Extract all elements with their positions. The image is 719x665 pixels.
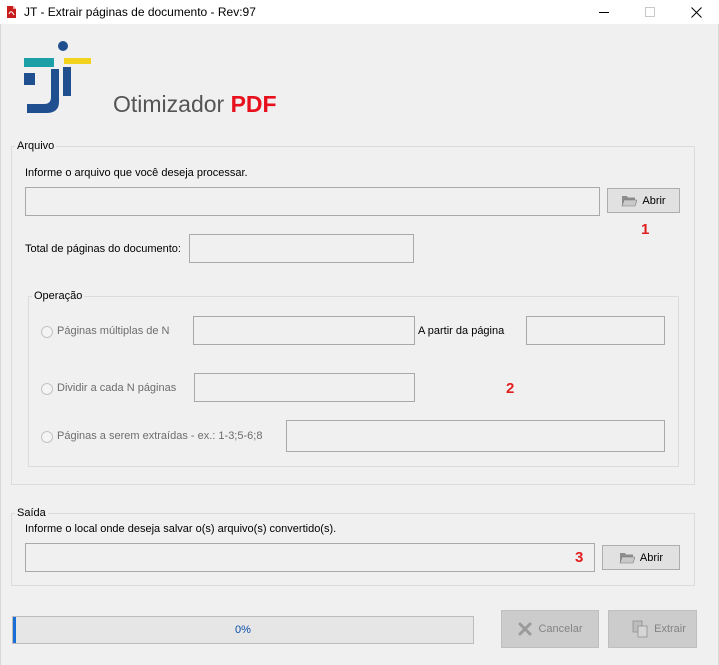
folder-open-icon <box>619 552 635 563</box>
radio-multiple-label: Páginas múltiplas de N <box>57 325 170 337</box>
radio-divide-label: Dividir a cada N páginas <box>57 382 177 394</box>
title-bar: JT - Extrair páginas de documento - Rev:… <box>0 0 719 24</box>
minimize-icon <box>599 12 609 13</box>
from-page-label: A partir da página <box>418 325 505 337</box>
window-title: JT - Extrair páginas de documento - Rev:… <box>24 5 256 19</box>
extract-pages-icon <box>632 620 648 638</box>
divide-n-input[interactable] <box>194 373 415 402</box>
maximize-icon <box>645 7 655 17</box>
arquivo-legend: Arquivo <box>15 140 57 152</box>
from-page-input[interactable] <box>526 316 665 345</box>
operacao-legend: Operação <box>32 290 85 302</box>
extract-button[interactable]: Extrair <box>608 610 697 648</box>
close-icon <box>690 6 702 18</box>
close-button[interactable] <box>673 0 719 24</box>
output-path-input[interactable] <box>25 543 595 572</box>
marker-1: 1 <box>641 221 650 238</box>
minimize-button[interactable] <box>581 0 627 24</box>
extract-label: Extrair <box>654 623 686 635</box>
open-file-button[interactable]: Abrir <box>607 188 680 213</box>
multiple-n-input[interactable] <box>193 316 415 345</box>
progress-bar: 0% <box>12 616 474 644</box>
maximize-button[interactable] <box>627 0 673 24</box>
saida-legend: Saída <box>15 507 48 519</box>
open-output-label: Abrir <box>639 551 664 564</box>
progress-label: 0% <box>235 624 251 636</box>
radio-extract-label: Páginas a serem extraídas - ex.: 1-3;5-6… <box>57 430 263 442</box>
open-file-label: Abrir <box>642 194 666 207</box>
saida-prompt: Informe o local onde deseja salvar o(s) … <box>25 523 337 535</box>
open-output-button[interactable]: Abrir <box>602 545 680 570</box>
cancel-label: Cancelar <box>538 623 583 635</box>
app-brand-name: Otimizador PDF <box>113 91 277 117</box>
total-pages-label: Total de páginas do documento: <box>25 243 181 255</box>
radio-divide[interactable] <box>41 383 53 395</box>
radio-extract[interactable] <box>41 431 53 443</box>
arquivo-prompt: Informe o arquivo que você deseja proces… <box>25 167 248 179</box>
cancel-icon <box>518 622 532 636</box>
file-path-input[interactable] <box>25 187 600 216</box>
cancel-button[interactable]: Cancelar <box>501 610 599 648</box>
jt-logo <box>24 41 91 113</box>
extract-pages-input[interactable] <box>286 420 665 452</box>
folder-open-icon <box>621 195 638 206</box>
total-pages-field <box>189 234 414 263</box>
brand-highlight: PDF <box>230 91 277 117</box>
marker-2: 2 <box>506 380 515 397</box>
pdf-app-icon <box>7 6 16 18</box>
marker-3: 3 <box>575 549 584 566</box>
radio-multiple[interactable] <box>41 326 53 338</box>
